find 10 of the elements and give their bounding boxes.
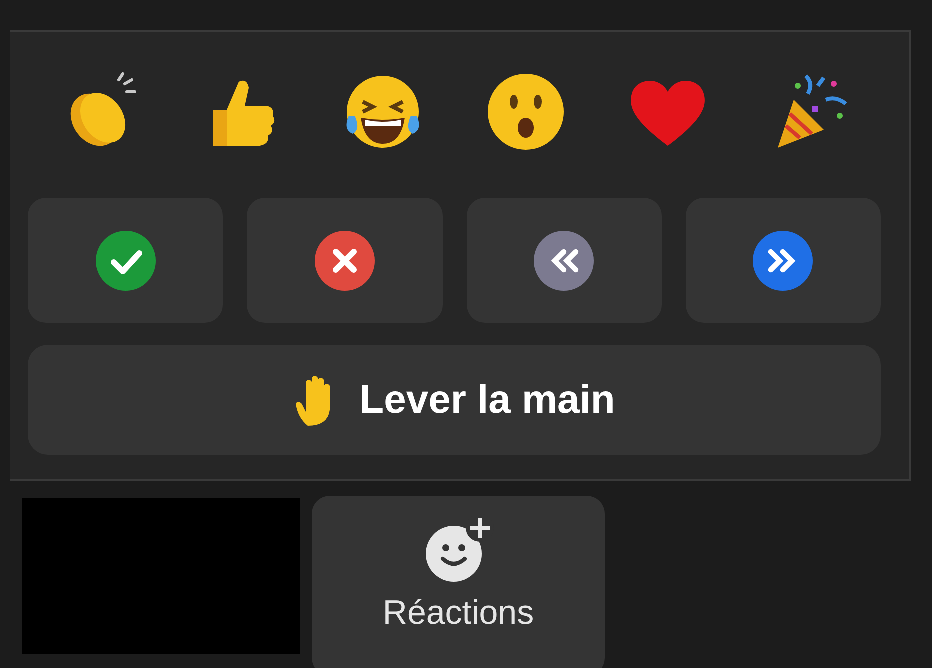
feedback-button[interactable] [686,198,881,323]
feedback-button[interactable] [28,198,224,323]
close-icon [314,230,375,290]
raise-hand-button[interactable]: Lever la main [28,345,881,455]
reactions-button[interactable]: Réactions [312,496,605,668]
check-icon [96,230,156,290]
feedback-button[interactable] [247,198,442,323]
feedback-button[interactable] [466,198,662,323]
double-right-chevron-icon [753,230,814,290]
double-left-chevron-icon [534,230,594,290]
